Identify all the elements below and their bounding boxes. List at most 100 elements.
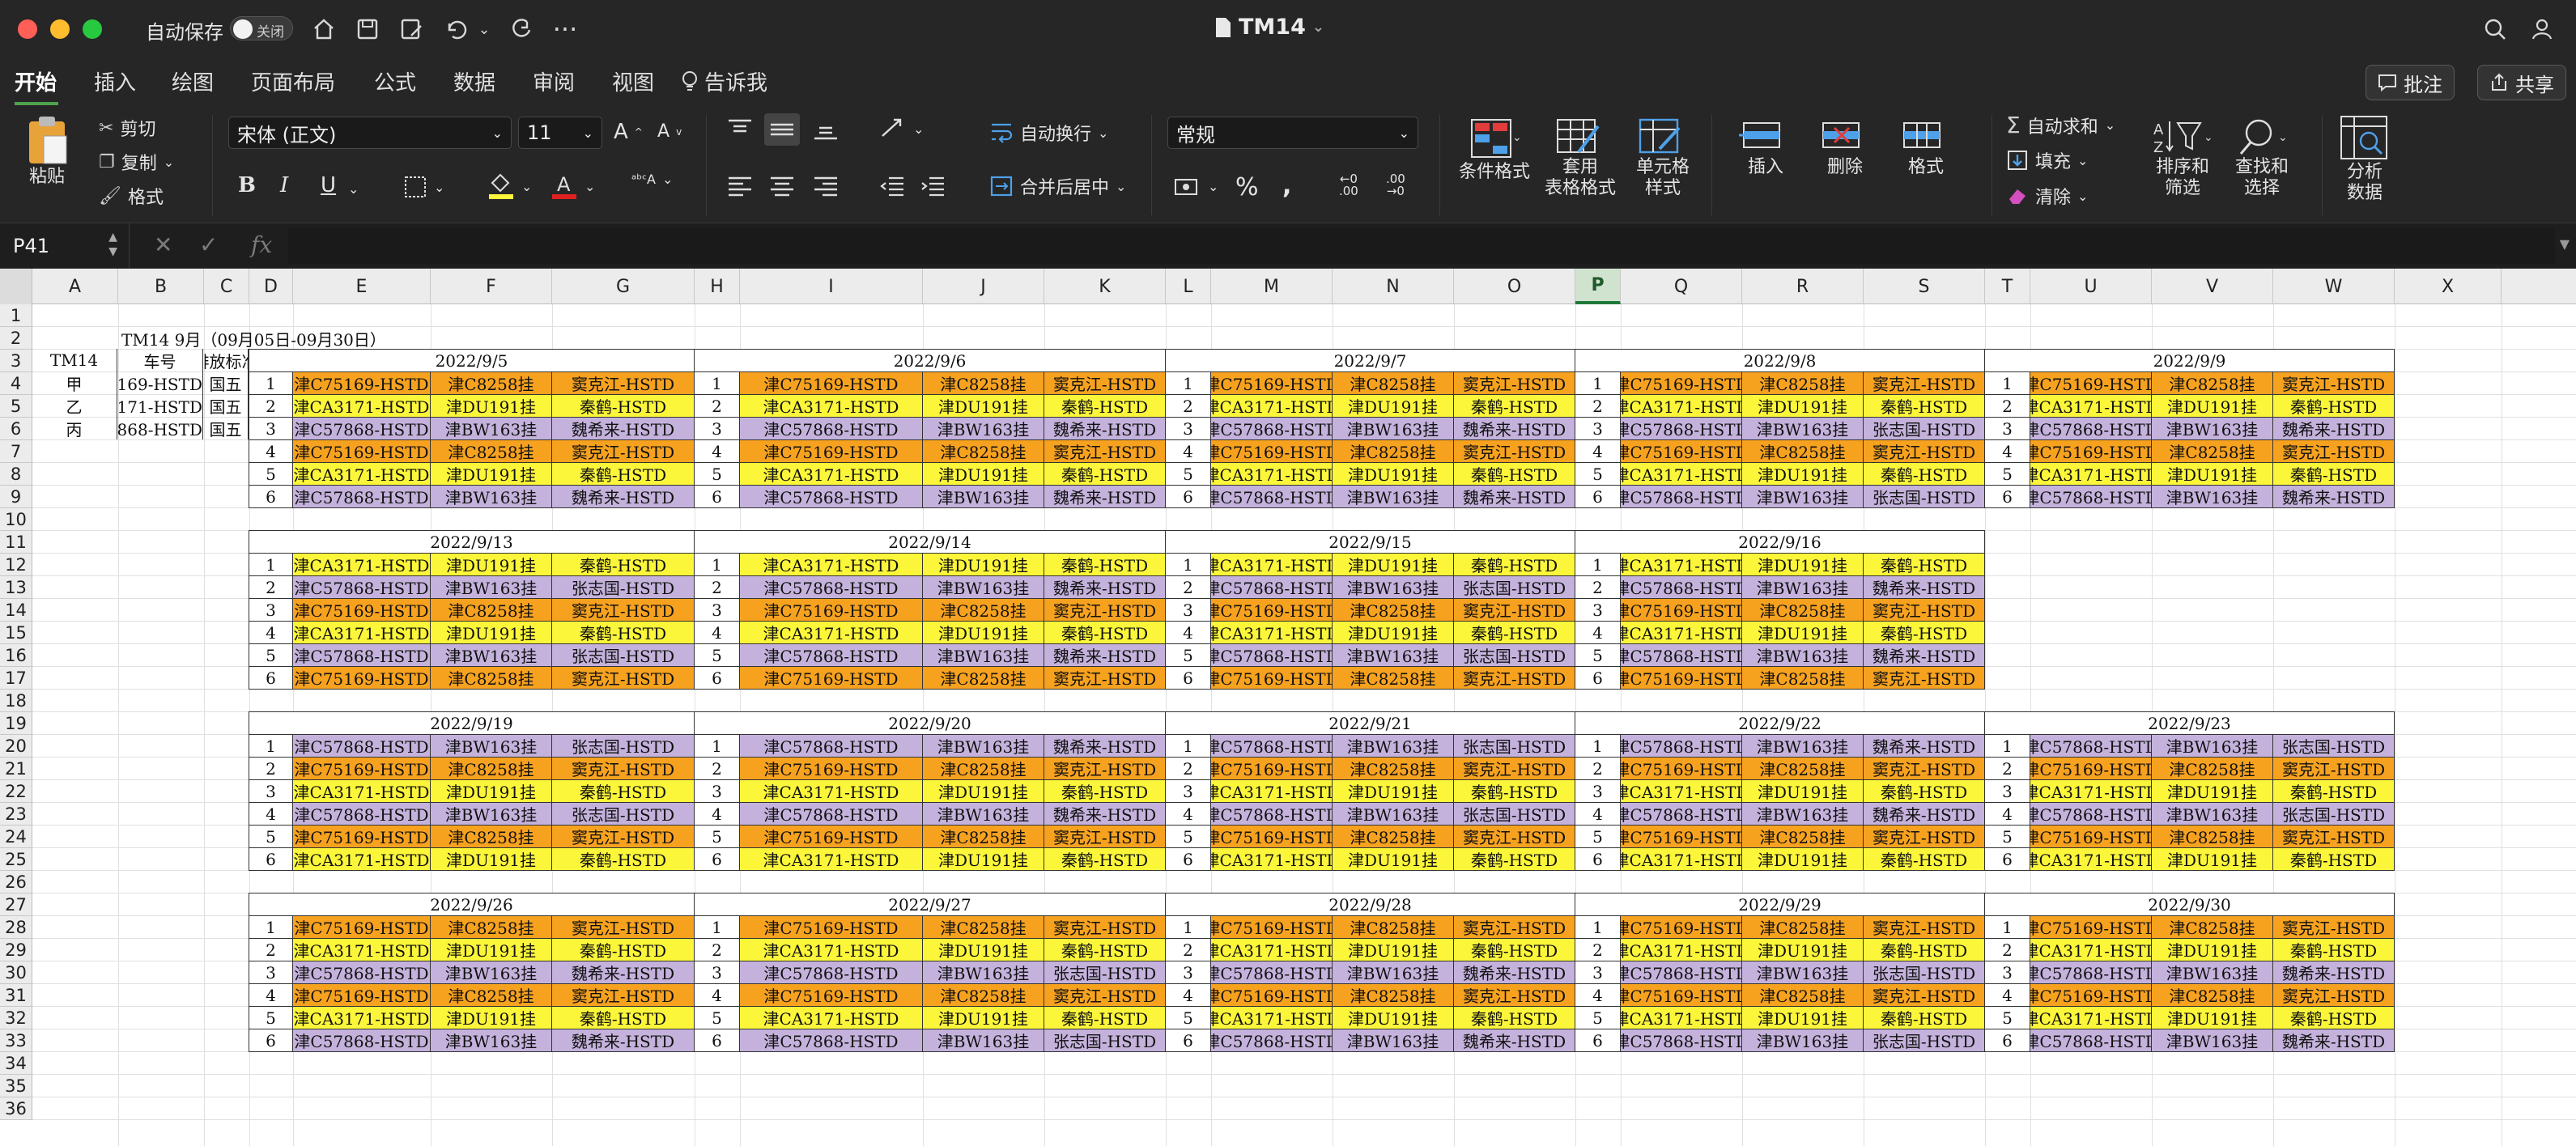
schedule-truck-cell[interactable]: 津C75169-HSTD <box>1620 983 1742 1007</box>
row-header-21[interactable]: 21 <box>0 758 32 780</box>
schedule-truck-cell[interactable]: 津CA3171-HSTD <box>2030 1006 2152 1029</box>
column-header-v[interactable]: V <box>2152 269 2273 304</box>
schedule-seq-cell[interactable]: 2 <box>694 575 740 599</box>
schedule-driver-cell[interactable]: 窦克江-HSTD <box>1453 371 1575 395</box>
schedule-seq-cell[interactable]: 5 <box>694 1006 740 1029</box>
schedule-date-header[interactable]: 2022/9/29 <box>1575 893 1985 916</box>
comments-button[interactable]: 批注 <box>2366 65 2455 100</box>
format-painter-button[interactable]: 🖌 格式 <box>99 183 164 209</box>
schedule-seq-cell[interactable]: 2 <box>1575 757 1621 780</box>
schedule-trailer-cell[interactable]: 津C8258挂 <box>1332 371 1454 395</box>
legend-cell[interactable]: 津C57868-HSTD <box>117 417 203 439</box>
schedule-driver-cell[interactable]: 窦克江-HSTD <box>1863 915 1985 939</box>
schedule-seq-cell[interactable]: 1 <box>249 734 293 758</box>
schedule-trailer-cell[interactable]: 津C8258挂 <box>1332 439 1454 463</box>
schedule-date-header[interactable]: 2022/9/6 <box>694 349 1166 372</box>
schedule-truck-cell[interactable]: 津C75169-HSTD <box>292 666 431 690</box>
schedule-driver-cell[interactable]: 秦鹤-HSTD <box>1863 847 1985 871</box>
schedule-seq-cell[interactable]: 3 <box>249 598 293 622</box>
schedule-driver-cell[interactable]: 窦克江-HSTD <box>1863 757 1985 780</box>
schedule-trailer-cell[interactable]: 津C8258挂 <box>430 825 552 848</box>
schedule-truck-cell[interactable]: 津C57868-HSTD <box>2030 961 2152 984</box>
font-name-select[interactable]: 宋体 (正文) ⌄ <box>228 117 512 149</box>
row-header-9[interactable]: 9 <box>0 486 32 508</box>
schedule-trailer-cell[interactable]: 津DU191挂 <box>1332 1006 1454 1029</box>
schedule-driver-cell[interactable]: 窦克江-HSTD <box>1044 666 1166 690</box>
column-header-m[interactable]: M <box>1211 269 1333 304</box>
clear-button[interactable]: 清除 ⌄ <box>2006 183 2088 209</box>
schedule-trailer-cell[interactable]: 津C8258挂 <box>1332 983 1454 1007</box>
tell-me-box[interactable]: 告诉我 <box>682 66 767 96</box>
schedule-seq-cell[interactable]: 4 <box>1984 439 2030 463</box>
sort-filter-button[interactable]: A Z ⌄ 排序和 筛选 <box>2142 117 2223 199</box>
schedule-seq-cell[interactable]: 5 <box>1575 462 1621 486</box>
schedule-driver-cell[interactable]: 魏希来-HSTD <box>1044 485 1166 508</box>
schedule-seq-cell[interactable]: 1 <box>1165 371 1211 395</box>
schedule-seq-cell[interactable]: 6 <box>1575 666 1621 690</box>
align-right-icon[interactable] <box>813 175 839 197</box>
schedule-seq-cell[interactable]: 5 <box>1165 825 1211 848</box>
more-icon[interactable]: ··· <box>547 13 583 45</box>
schedule-driver-cell[interactable]: 窦克江-HSTD <box>551 757 695 780</box>
schedule-seq-cell[interactable]: 1 <box>1165 734 1211 758</box>
schedule-trailer-cell[interactable]: 津BW163挂 <box>1332 802 1454 826</box>
schedule-trailer-cell[interactable]: 津BW163挂 <box>1332 575 1454 599</box>
legend-cell[interactable]: 国五 <box>203 371 249 394</box>
schedule-driver-cell[interactable]: 张志国-HSTD <box>1863 485 1985 508</box>
schedule-seq-cell[interactable]: 5 <box>1165 643 1211 667</box>
row-header-12[interactable]: 12 <box>0 554 32 576</box>
schedule-trailer-cell[interactable]: 津C8258挂 <box>1332 666 1454 690</box>
row-header-35[interactable]: 35 <box>0 1075 32 1097</box>
schedule-truck-cell[interactable]: 津CA3171-HSTD <box>292 394 431 418</box>
row-header-15[interactable]: 15 <box>0 622 32 644</box>
schedule-seq-cell[interactable]: 4 <box>1165 439 1211 463</box>
schedule-truck-cell[interactable]: 津C57868-HSTD <box>1620 961 1742 984</box>
schedule-trailer-cell[interactable]: 津BW163挂 <box>1741 1029 1864 1052</box>
row-header-11[interactable]: 11 <box>0 531 32 554</box>
schedule-seq-cell[interactable]: 6 <box>1575 485 1621 508</box>
schedule-driver-cell[interactable]: 魏希来-HSTD <box>551 1029 695 1052</box>
tab-page-layout[interactable]: 页面布局 <box>251 66 335 96</box>
schedule-date-header[interactable]: 2022/9/15 <box>1165 530 1575 554</box>
schedule-truck-cell[interactable]: 津CA3171-HSTD <box>292 1006 431 1029</box>
schedule-truck-cell[interactable]: 津C75169-HSTD <box>1210 666 1333 690</box>
schedule-seq-cell[interactable]: 2 <box>1984 394 2030 418</box>
schedule-trailer-cell[interactable]: 津BW163挂 <box>1332 1029 1454 1052</box>
schedule-trailer-cell[interactable]: 津BW163挂 <box>430 575 552 599</box>
schedule-driver-cell[interactable]: 张志国-HSTD <box>1453 575 1575 599</box>
increase-indent-icon[interactable] <box>920 175 946 197</box>
schedule-driver-cell[interactable]: 窦克江-HSTD <box>1863 983 1985 1007</box>
schedule-truck-cell[interactable]: 津C57868-HSTD <box>1620 734 1742 758</box>
schedule-driver-cell[interactable]: 秦鹤-HSTD <box>1453 779 1575 803</box>
schedule-truck-cell[interactable]: 津C75169-HSTD <box>739 439 923 463</box>
schedule-driver-cell[interactable]: 窦克江-HSTD <box>1453 757 1575 780</box>
schedule-date-header[interactable]: 2022/9/26 <box>249 893 695 916</box>
schedule-truck-cell[interactable]: 津C57868-HSTD <box>292 1029 431 1052</box>
schedule-truck-cell[interactable]: 津C57868-HSTD <box>1210 961 1333 984</box>
schedule-driver-cell[interactable]: 秦鹤-HSTD <box>551 847 695 871</box>
row-header-27[interactable]: 27 <box>0 893 32 916</box>
schedule-driver-cell[interactable]: 张志国-HSTD <box>1863 417 1985 440</box>
undo-icon[interactable] <box>437 13 473 45</box>
schedule-date-header[interactable]: 2022/9/13 <box>249 530 695 554</box>
column-header-s[interactable]: S <box>1864 269 1985 304</box>
schedule-driver-cell[interactable]: 秦鹤-HSTD <box>1453 621 1575 644</box>
align-left-icon[interactable] <box>727 175 753 197</box>
schedule-seq-cell[interactable]: 2 <box>1165 575 1211 599</box>
schedule-driver-cell[interactable]: 魏希来-HSTD <box>551 961 695 984</box>
schedule-seq-cell[interactable]: 1 <box>1165 553 1211 576</box>
schedule-seq-cell[interactable]: 6 <box>249 485 293 508</box>
schedule-trailer-cell[interactable]: 津DU191挂 <box>430 847 552 871</box>
schedule-trailer-cell[interactable]: 津DU191挂 <box>430 779 552 803</box>
schedule-seq-cell[interactable]: 1 <box>694 553 740 576</box>
schedule-trailer-cell[interactable]: 津DU191挂 <box>922 394 1044 418</box>
schedule-seq-cell[interactable]: 5 <box>1984 1006 2030 1029</box>
schedule-truck-cell[interactable]: 津C75169-HSTD <box>1210 371 1333 395</box>
underline-dropdown-icon[interactable]: ⌄ <box>348 181 359 197</box>
schedule-seq-cell[interactable]: 4 <box>1165 621 1211 644</box>
schedule-trailer-cell[interactable]: 津BW163挂 <box>2151 802 2273 826</box>
schedule-trailer-cell[interactable]: 津BW163挂 <box>1332 643 1454 667</box>
schedule-trailer-cell[interactable]: 津BW163挂 <box>1332 485 1454 508</box>
schedule-seq-cell[interactable]: 4 <box>1575 802 1621 826</box>
schedule-truck-cell[interactable]: 津C57868-HSTD <box>1620 802 1742 826</box>
